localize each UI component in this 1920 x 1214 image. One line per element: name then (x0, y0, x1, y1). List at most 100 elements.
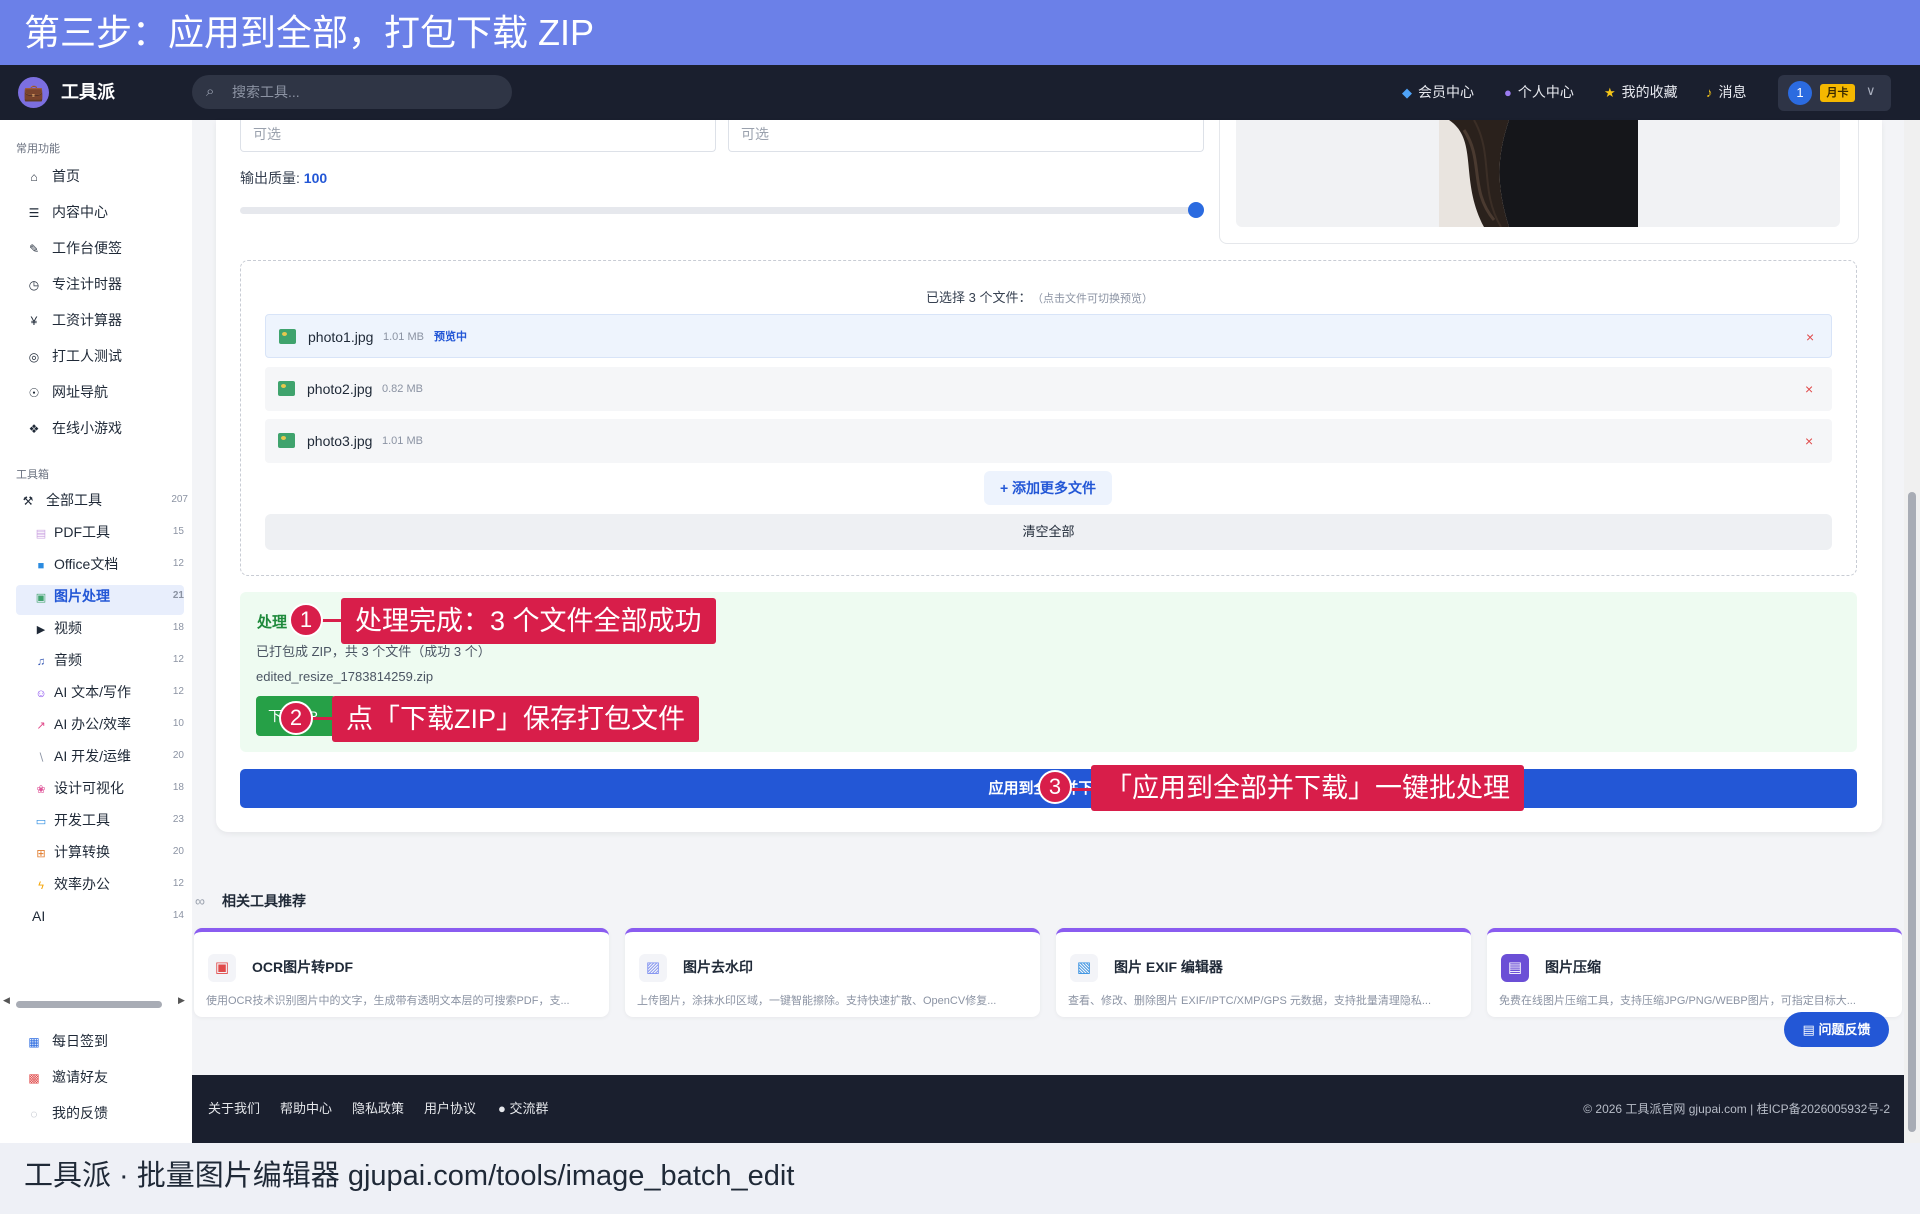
tool-card-exif[interactable]: ▧ 图片 EXIF 编辑器 查看、修改、删除图片 EXIF/IPTC/XMP/G… (1056, 928, 1471, 1017)
nav-vip[interactable]: ◆ 会员中心 (1402, 65, 1474, 120)
scroll-left-icon[interactable]: ◀ (3, 995, 10, 1006)
sidebar: 常用功能 ⌂ 首页 ☰ 内容中心 ✎ 工作台便签 ◷ 专注计时器 ¥ 工资计算器 ◎ 打工人… (0, 120, 192, 1143)
sidebar-item-all-tools[interactable]: ⚒ 全部工具 207 (20, 490, 188, 510)
file-size: 1.01 MB (382, 435, 423, 447)
file-row[interactable]: photo2.jpg 0.82 MB × (265, 367, 1832, 411)
sidebar-item-ai[interactable]: AI 14 (32, 906, 184, 926)
sidebar-item-image[interactable]: ▣ 图片处理 21 (34, 586, 184, 606)
sidebar-item-nav[interactable]: ☉ 网址导航 (26, 382, 108, 402)
tool-card-watermark[interactable]: ▨ 图片去水印 上传图片，涂抹水印区域，一键智能擦除。支持快速扩散、OpenCV… (625, 928, 1040, 1017)
height-input[interactable]: 可选 (728, 120, 1204, 152)
feedback-button[interactable]: ▤ 问题反馈 (1784, 1012, 1889, 1047)
sidebar-item-ai-office[interactable]: ↗ AI 办公/效率 10 (34, 714, 184, 734)
music-icon: ♫ (36, 656, 46, 668)
annotation-connector-3 (1070, 788, 1092, 791)
sidebar-item-label: 音频 (54, 652, 82, 668)
count-badge: 207 (171, 494, 188, 505)
section-label-toolbox: 工具箱 (16, 469, 49, 481)
footer-link-help[interactable]: 帮助中心 (280, 1075, 332, 1143)
result-filename: edited_resize_1783814259.zip (256, 669, 434, 684)
sidebar-item-timer[interactable]: ◷ 专注计时器 (26, 274, 122, 294)
palette-icon: ❀ (36, 784, 46, 796)
preview-tag: 预览中 (434, 331, 467, 343)
remove-file-button[interactable]: × (1806, 315, 1814, 359)
tool-card-desc: 免费在线图片压缩工具，支持压缩JPG/PNG/WEBP图片，可指定目标大... (1499, 995, 1856, 1007)
logo-icon[interactable]: 💼 (18, 77, 49, 108)
sidebar-item-label: AI 开发/运维 (54, 748, 132, 764)
nav-messages-label: 消息 (1718, 84, 1747, 100)
chat-icon: ● (498, 1101, 510, 1116)
sidebar-item-label: 开发工具 (54, 812, 110, 828)
footer-link-about[interactable]: 关于我们 (208, 1075, 260, 1143)
sidebar-item-design[interactable]: ❀ 设计可视化 18 (34, 778, 184, 798)
target-icon: ◎ (28, 350, 40, 364)
add-more-files-button[interactable]: + 添加更多文件 (984, 471, 1112, 505)
calculator-icon: ⊞ (36, 848, 46, 860)
file-row[interactable]: photo3.jpg 1.01 MB × (265, 419, 1832, 463)
sidebar-item-notes[interactable]: ✎ 工作台便签 (26, 238, 122, 258)
image-file-icon (279, 329, 296, 344)
page-scrollbar-thumb[interactable] (1908, 492, 1916, 1132)
office-icon: ■ (37, 560, 45, 572)
sidebar-item-efficiency[interactable]: ϟ 效率办公 12 (34, 874, 184, 894)
count-badge: 10 (172, 718, 184, 729)
sidebar-item-feedback[interactable]: ◌ 我的反馈 (26, 1103, 108, 1123)
file-row[interactable]: photo1.jpg 1.01 MB 预览中 × (265, 314, 1832, 358)
sidebar-item-label: 打工人测试 (52, 348, 122, 364)
file-count-text: 已选择 3 个文件： (926, 290, 1032, 305)
quality-slider-handle[interactable] (1188, 202, 1204, 218)
sidebar-item-label: 首页 (52, 168, 80, 184)
remove-file-button[interactable]: × (1805, 367, 1813, 411)
width-input[interactable]: 可选 (240, 120, 716, 152)
footer: 关于我们 帮助中心 隐私政策 用户协议 ● 交流群 © 2026 工具派官网 g… (192, 1075, 1904, 1143)
user-menu[interactable]: 1 月卡 ∨ (1778, 75, 1891, 111)
sidebar-scrollbar[interactable]: ◀ ▶ (0, 995, 192, 1011)
scroll-right-icon[interactable]: ▶ (178, 995, 185, 1006)
footer-link-group[interactable]: ● 交流群 (498, 1075, 548, 1143)
sidebar-item-games[interactable]: ❖ 在线小游戏 (26, 418, 122, 438)
sidebar-item-invite[interactable]: ▩ 邀请好友 (26, 1067, 108, 1087)
sidebar-item-ai-writing[interactable]: ☺ AI 文本/写作 12 (34, 682, 184, 702)
sidebar-item-devtools[interactable]: ▭ 开发工具 23 (34, 810, 184, 830)
clear-all-button[interactable]: 清空全部 (265, 514, 1832, 550)
sidebar-item-video[interactable]: ▶ 视频 18 (34, 618, 184, 638)
sidebar-item-office[interactable]: ■ Office文档 12 (34, 554, 184, 574)
page-scrollbar[interactable] (1904, 120, 1920, 1143)
sidebar-item-home[interactable]: ⌂ 首页 (26, 166, 80, 186)
count-badge: 20 (172, 846, 184, 857)
link-icon: ∞ (195, 893, 205, 909)
image-file-icon (278, 433, 295, 448)
tool-card-desc: 查看、修改、删除图片 EXIF/IPTC/XMP/GPS 元数据，支持批量清理隐… (1068, 995, 1432, 1007)
sidebar-item-label: 视频 (54, 620, 82, 636)
footer-link-terms[interactable]: 用户协议 (424, 1075, 476, 1143)
nav-profile[interactable]: ● 个人中心 (1504, 65, 1574, 120)
quality-value: 100 (303, 170, 328, 186)
scrollbar-thumb[interactable] (16, 1001, 162, 1008)
remove-file-button[interactable]: × (1805, 419, 1813, 463)
tool-card-ocr-pdf[interactable]: ▣ OCR图片转PDF 使用OCR技术识别图片中的文字，生成带有透明文本层的可搜… (194, 928, 609, 1017)
sidebar-item-checkin[interactable]: ▦ 每日签到 (26, 1031, 108, 1051)
nav-favorites-label: 我的收藏 (1621, 84, 1678, 100)
sidebar-item-convert[interactable]: ⊞ 计算转换 20 (34, 842, 184, 862)
tools-icon: ⚒ (22, 494, 34, 508)
brand-name[interactable]: 工具派 (61, 65, 115, 120)
section-label-common: 常用功能 (16, 143, 60, 155)
quality-slider[interactable] (240, 207, 1196, 214)
sidebar-item-ai-dev[interactable]: ∖ AI 开发/运维 20 (34, 746, 184, 766)
search-input[interactable]: ⌕ 搜索工具... (192, 75, 512, 109)
quality-label: 输出质量: 100 (240, 168, 327, 188)
sidebar-item-salary[interactable]: ¥ 工资计算器 (26, 310, 122, 330)
sidebar-item-pdf[interactable]: ▤ PDF工具 15 (34, 522, 184, 542)
sidebar-item-worker-test[interactable]: ◎ 打工人测试 (26, 346, 122, 366)
nav-favorites[interactable]: ★ 我的收藏 (1604, 65, 1678, 120)
nav-messages[interactable]: ♪ 消息 (1706, 65, 1747, 120)
sidebar-item-audio[interactable]: ♫ 音频 12 (34, 650, 184, 670)
tool-card-compress[interactable]: ▤ 图片压缩 免费在线图片压缩工具，支持压缩JPG/PNG/WEBP图片，可指定… (1487, 928, 1902, 1017)
footer-link-privacy[interactable]: 隐私政策 (352, 1075, 404, 1143)
avatar: 1 (1788, 81, 1812, 105)
sidebar-item-content[interactable]: ☰ 内容中心 (26, 202, 108, 222)
sidebar-item-label: 网址导航 (52, 384, 108, 400)
feedback-label: 问题反馈 (1818, 1022, 1871, 1037)
file-name: photo1.jpg (308, 329, 374, 345)
tool-card-title: OCR图片转PDF (252, 959, 354, 975)
